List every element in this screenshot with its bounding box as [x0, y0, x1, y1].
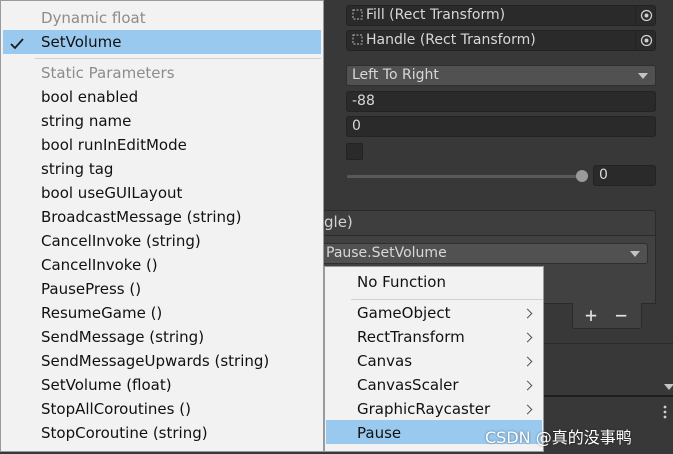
menu-section-dynamic-float: Dynamic float — [41, 9, 146, 27]
divider — [540, 343, 673, 344]
remove-listener-button[interactable]: − — [615, 303, 627, 327]
handle-rect-label: Handle (Rect Transform) — [366, 32, 536, 48]
submenu-item-graphicraycaster[interactable]: GraphicRaycaster — [357, 400, 490, 418]
min-value-text: -88 — [352, 93, 375, 109]
menu-item-pausepress[interactable]: PausePress () — [41, 280, 141, 298]
direction-dropdown[interactable]: Left To Right — [346, 65, 656, 86]
rect-transform-icon — [352, 32, 363, 45]
checkmark-icon — [10, 36, 24, 54]
chevron-down-icon — [630, 251, 640, 257]
function-menu: Dynamic float SetVolume Static Parameter… — [0, 0, 324, 452]
menu-item-resumegame[interactable]: ResumeGame () — [41, 304, 162, 322]
menu-separator — [35, 58, 321, 59]
slider-value-text: 0 — [599, 167, 608, 183]
menu-item-sendmessageupwards[interactable]: SendMessageUpwards (string) — [41, 352, 269, 370]
slider-value-field[interactable]: 0 — [593, 165, 656, 186]
submenu-item-no-function[interactable]: No Function — [357, 273, 446, 291]
menu-item-string-tag[interactable]: string tag — [41, 160, 113, 178]
on-value-changed-header — [300, 210, 656, 236]
menu-item-cancelinvoke[interactable]: CancelInvoke () — [41, 256, 158, 274]
rect-transform-icon — [352, 7, 363, 20]
chevron-right-icon — [522, 404, 533, 415]
max-value-field[interactable]: 0 — [346, 116, 656, 137]
submenu-item-canvasscaler[interactable]: CanvasScaler — [357, 376, 459, 394]
menu-item-broadcastmessage[interactable]: BroadcastMessage (string) — [41, 208, 241, 226]
more-options-icon[interactable] — [663, 405, 667, 419]
menu-item-string-name[interactable]: string name — [41, 112, 131, 130]
min-value-field[interactable]: -88 — [346, 91, 656, 112]
chevron-down-icon — [638, 73, 648, 79]
add-listener-button[interactable]: + — [585, 303, 597, 327]
handle-rect-field[interactable]: Handle (Rect Transform) — [346, 30, 656, 51]
menu-item-bool-enabled[interactable]: bool enabled — [41, 88, 138, 106]
divider — [540, 395, 673, 397]
event-header-text: gle) — [324, 213, 353, 231]
chevron-right-icon — [522, 332, 533, 343]
menu-item-cancelinvoke-string[interactable]: CancelInvoke (string) — [41, 232, 201, 250]
submenu-item-gameobject[interactable]: GameObject — [357, 304, 451, 322]
object-picker-icon[interactable] — [635, 5, 656, 26]
menu-item-setvolume-float[interactable]: SetVolume (float) — [41, 376, 172, 394]
function-dropdown[interactable]: Pause.SetVolume — [320, 243, 648, 264]
menu-item-label: SetVolume — [41, 33, 122, 51]
menu-item-sendmessage[interactable]: SendMessage (string) — [41, 328, 204, 346]
chevron-down-icon — [664, 384, 673, 390]
submenu-item-recttransform[interactable]: RectTransform — [357, 328, 465, 346]
max-value-text: 0 — [352, 118, 361, 134]
value-slider-track[interactable] — [347, 175, 583, 178]
menu-item-stopcoroutine[interactable]: StopCoroutine (string) — [41, 424, 208, 442]
value-slider-handle[interactable] — [576, 170, 588, 182]
menu-separator — [351, 299, 543, 300]
chevron-right-icon — [522, 308, 533, 319]
chevron-right-icon — [522, 356, 533, 367]
object-picker-icon[interactable] — [635, 30, 656, 51]
menu-item-bool-useguilayout[interactable]: bool useGUILayout — [41, 184, 182, 202]
direction-value: Left To Right — [352, 67, 439, 83]
menu-item-bool-runineditmode[interactable]: bool runInEditMode — [41, 136, 187, 154]
fill-rect-field[interactable]: Fill (Rect Transform) — [346, 5, 656, 26]
watermark-text: CSDN @真的没事鸭 — [485, 428, 632, 447]
fill-rect-label: Fill (Rect Transform) — [366, 7, 506, 23]
function-value: Pause.SetVolume — [326, 245, 447, 261]
chevron-right-icon — [522, 380, 533, 391]
add-remove-footer — [572, 303, 642, 329]
menu-item-stopallcoroutines[interactable]: StopAllCoroutines () — [41, 400, 191, 418]
submenu-item-canvas[interactable]: Canvas — [357, 352, 412, 370]
whole-numbers-checkbox[interactable] — [346, 143, 363, 160]
submenu-item-pause-label: Pause — [357, 424, 402, 442]
menu-section-static-parameters: Static Parameters — [41, 64, 175, 82]
